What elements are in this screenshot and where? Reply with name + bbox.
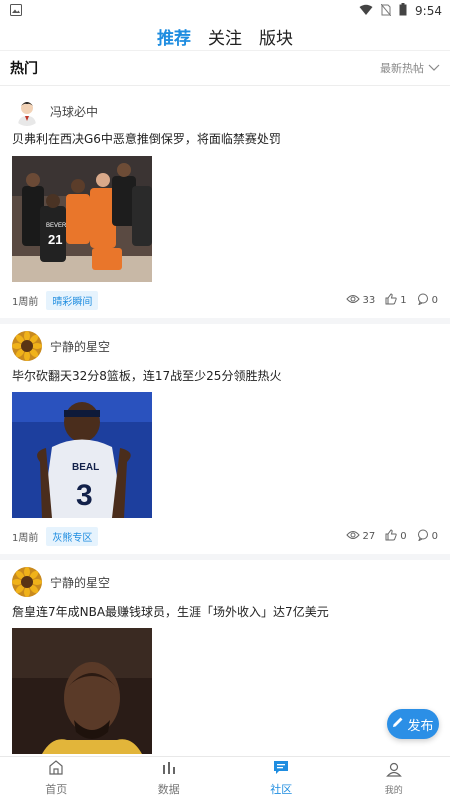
avatar[interactable] (12, 567, 42, 597)
nav-label: 社区 (270, 783, 293, 796)
pencil-icon (392, 716, 404, 732)
jersey-name-text: BEAL (72, 462, 99, 473)
nav-label: 首页 (45, 783, 68, 796)
chat-icon (273, 760, 289, 779)
post-title[interactable]: 毕尔砍翻天32分8篮板，连17战至少25分领胜热火 (12, 367, 281, 384)
section-header: 热门 最新热帖 (0, 50, 450, 86)
nav-label: 我的 (384, 785, 403, 796)
author-name: 冯球必中 (50, 104, 99, 119)
chevron-down-icon (428, 62, 440, 75)
thumbs-up-icon (385, 292, 397, 308)
bottom-nav: 首页 数据 社区 我的 (0, 756, 450, 800)
battery-icon (399, 3, 407, 19)
home-icon (48, 760, 64, 779)
avatar[interactable] (12, 96, 42, 126)
post-meta: 1周前 晴彩瞬间 33 1 0 (12, 290, 438, 310)
no-sim-icon (380, 3, 392, 19)
post-divider (0, 318, 450, 324)
like-count-value: 1 (400, 294, 407, 306)
sort-label: 最新热帖 (380, 62, 424, 75)
like-button[interactable]: 1 (385, 292, 407, 308)
post-time: 1周前 (12, 532, 39, 544)
nav-profile[interactable]: 我的 (338, 757, 450, 800)
jersey-number-text: 3 (76, 479, 93, 512)
status-bar: 9:54 (0, 0, 450, 22)
comment-count-value: 0 (431, 294, 438, 306)
post-author[interactable]: 宁静的星空 (12, 567, 110, 597)
comment-icon (417, 529, 429, 544)
post-image[interactable]: BEVERLEY 21 (12, 156, 152, 282)
view-count: 27 (345, 530, 376, 543)
post-author[interactable]: 冯球必中 (12, 96, 98, 126)
wifi-icon (359, 4, 373, 19)
view-count: 33 (345, 294, 376, 307)
tab-following[interactable]: 关注 (208, 24, 242, 49)
eye-icon (345, 530, 360, 543)
post-tag[interactable]: 晴彩瞬间 (46, 290, 99, 310)
view-count-value: 33 (362, 294, 376, 306)
avatar[interactable] (12, 331, 42, 361)
nav-label: 数据 (157, 783, 180, 796)
post-title[interactable]: 詹皇连7年成NBA最赚钱球员，生涯「场外收入」达7亿美元 (12, 603, 329, 620)
person-icon (385, 762, 402, 781)
jersey-number-text: 21 (48, 232, 62, 247)
author-name: 宁静的星空 (50, 575, 111, 590)
author-name: 宁静的星空 (50, 339, 111, 354)
post-image[interactable]: BEAL 3 (12, 392, 152, 518)
comment-count-value: 0 (431, 530, 438, 542)
chart-icon (161, 760, 177, 779)
post-image[interactable] (12, 628, 152, 754)
section-title: 热门 (10, 61, 38, 77)
eye-icon (345, 294, 360, 307)
view-count-value: 27 (362, 530, 376, 542)
comment-icon (417, 293, 429, 308)
post-author[interactable]: 宁静的星空 (12, 331, 110, 361)
nav-home[interactable]: 首页 (0, 757, 113, 800)
post-feed: 冯球必中 贝弗利在西决G6中恶意推倒保罗，将面临禁赛处罚 BEVERLEY 21 (0, 86, 450, 756)
comment-button[interactable]: 0 (417, 529, 438, 544)
tab-recommended[interactable]: 推荐 (157, 24, 191, 49)
post-time: 1周前 (12, 296, 39, 308)
post-tag[interactable]: 灰熊专区 (46, 526, 99, 546)
publish-label: 发布 (407, 718, 434, 734)
post-title[interactable]: 贝弗利在西决G6中恶意推倒保罗，将面临禁赛处罚 (12, 130, 281, 147)
thumbs-up-icon (385, 528, 397, 544)
post-meta: 1周前 灰熊专区 27 0 0 (12, 526, 438, 546)
post-divider (0, 554, 450, 560)
status-time: 9:54 (415, 4, 442, 18)
sort-dropdown[interactable]: 最新热帖 (380, 60, 440, 76)
gallery-notification-icon (10, 3, 22, 19)
comment-button[interactable]: 0 (417, 293, 438, 308)
like-button[interactable]: 0 (385, 528, 407, 544)
nav-data[interactable]: 数据 (113, 757, 226, 800)
publish-button[interactable]: 发布 (387, 709, 439, 739)
tab-boards[interactable]: 版块 (259, 24, 293, 49)
like-count-value: 0 (400, 530, 407, 542)
nav-community[interactable]: 社区 (225, 757, 338, 800)
top-tab-bar: 推荐 关注 版块 (0, 22, 450, 50)
